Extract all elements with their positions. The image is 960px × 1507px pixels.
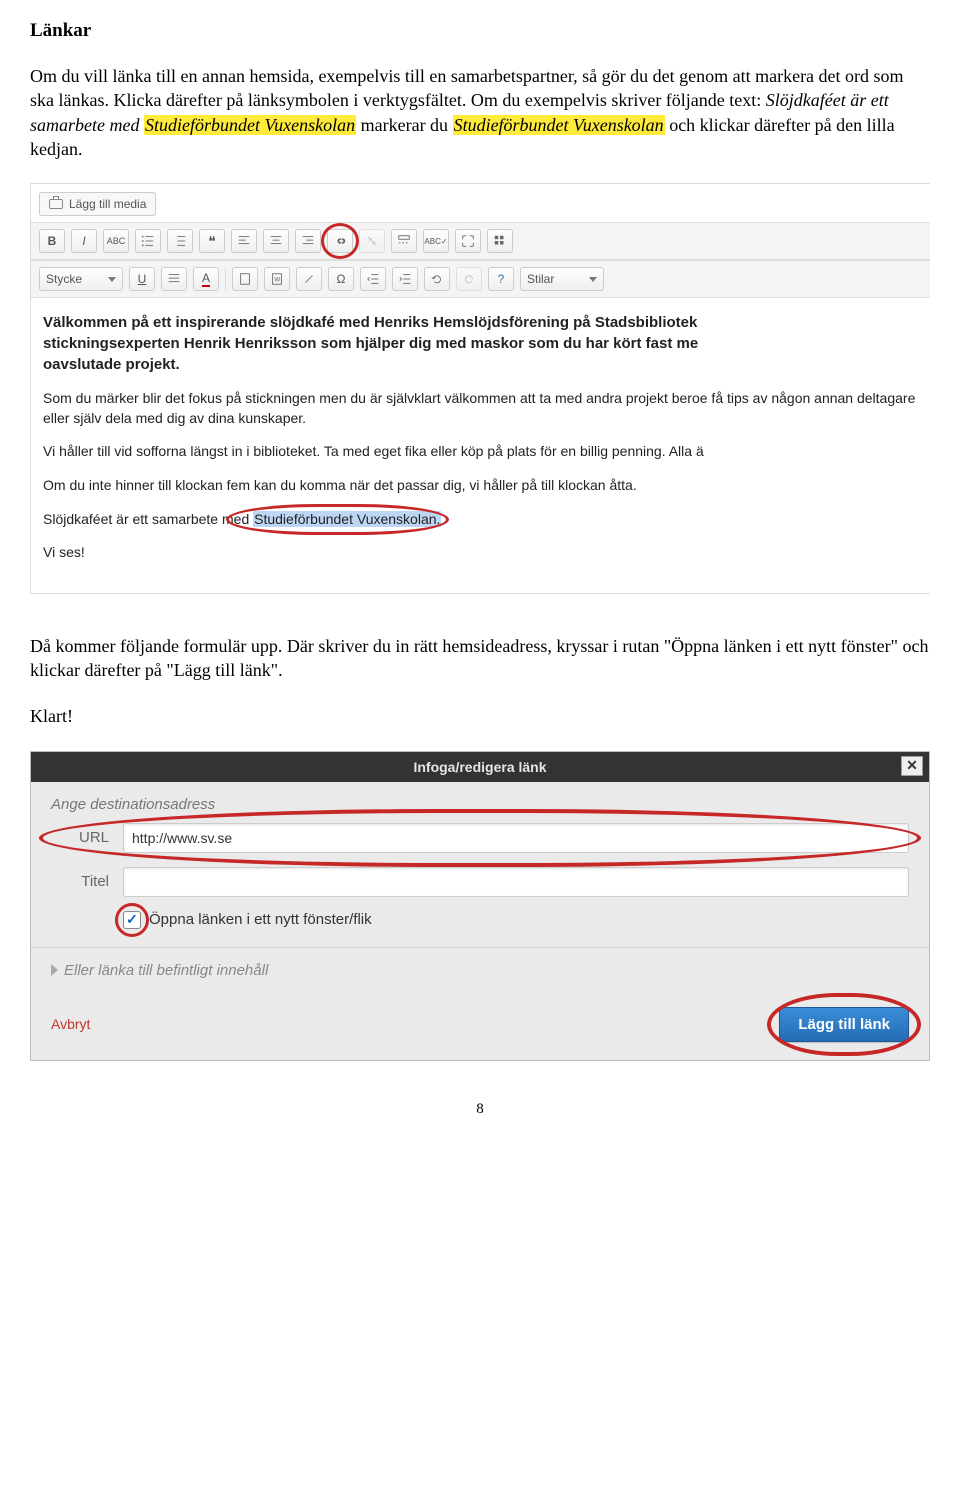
link-button-highlight [327, 229, 353, 253]
selected-text: Studieförbundet Vuxenskolan. [253, 511, 441, 527]
more-button[interactable] [391, 229, 417, 253]
url-label: URL [51, 829, 109, 846]
indent-button[interactable] [392, 267, 418, 291]
omega-button[interactable]: Ω [328, 267, 354, 291]
content-paragraph-2: Som du märker blir det fokus på sticknin… [43, 389, 918, 428]
paragraph-3: Klart! [30, 704, 930, 728]
close-button[interactable]: ✕ [901, 756, 923, 776]
align-center-button[interactable] [263, 229, 289, 253]
dialog-title: Infoga/redigera länk [413, 759, 546, 775]
triangle-right-icon [51, 964, 58, 976]
page-heading: Länkar [30, 20, 930, 42]
svg-text:W: W [274, 277, 280, 284]
intro-text-d: markerar du [356, 115, 452, 135]
divider [31, 947, 929, 948]
text: ed [234, 511, 253, 527]
title-row: Titel [51, 867, 909, 897]
toolbar-row-1: B I ABC ❝ ABC✓ [31, 222, 930, 260]
add-media-label: Lägg till media [69, 197, 146, 211]
page-number: 8 [30, 1101, 930, 1118]
title-input[interactable] [123, 867, 909, 897]
camera-icon [49, 199, 63, 209]
unlink-button[interactable] [359, 229, 385, 253]
intro-paragraph: Om du vill länka till en annan hemsida, … [30, 64, 930, 161]
separator [225, 268, 226, 290]
toolbar-toggle-button[interactable] [487, 229, 513, 253]
text: Slöjdkaféet är ett samarbete m [43, 511, 234, 527]
dialog-header: Infoga/redigera länk ✕ [31, 752, 929, 782]
link-button[interactable] [327, 229, 353, 253]
add-media-button[interactable]: Lägg till media [39, 192, 156, 216]
content-paragraph-3: Vi håller till vid sofforna längst in i … [43, 442, 918, 462]
help-button[interactable]: ? [488, 267, 514, 291]
url-row: URL [51, 823, 909, 853]
quote-button[interactable]: ❝ [199, 229, 225, 253]
editor-screenshot: Lägg till media B I ABC ❝ ABC✓ Stycke U … [30, 183, 930, 594]
clear-format-button[interactable] [296, 267, 322, 291]
align-left-button[interactable] [231, 229, 257, 253]
checkbox-label: Öppna länken i ett nytt fönster/flik [149, 911, 372, 928]
chevron-down-icon [108, 277, 116, 282]
editor-content[interactable]: Välkommen på ett inspirerande slöjdkafé … [31, 298, 930, 593]
paragraph-2: Då kommer följande formulär upp. Där skr… [30, 634, 930, 683]
abc-button[interactable]: ABC✓ [423, 229, 449, 253]
format-select-label: Stycke [46, 272, 82, 286]
content-paragraph-1: Välkommen på ett inspirerande slöjdkafé … [43, 312, 918, 375]
title-label: Titel [51, 873, 109, 890]
submit-button[interactable]: Lägg till länk [779, 1007, 909, 1042]
selected-text-highlight: ed Studieförbundet Vuxenskolan. [234, 510, 442, 530]
underline-button[interactable]: U [129, 267, 155, 291]
dialog-footer: Avbryt Lägg till länk [51, 1007, 909, 1042]
paste-text-button[interactable] [232, 267, 258, 291]
text: oavslutade projekt. [43, 356, 180, 373]
styles-select[interactable]: Stilar [520, 267, 604, 291]
existing-content-toggle[interactable]: Eller länka till befintligt innehåll [51, 962, 909, 979]
link-dialog: Infoga/redigera länk ✕ Ange destinations… [30, 751, 930, 1061]
strike-button[interactable]: ABC [103, 229, 129, 253]
cancel-link[interactable]: Avbryt [51, 1016, 90, 1032]
redo-button[interactable] [456, 267, 482, 291]
outdent-button[interactable] [360, 267, 386, 291]
close-icon: ✕ [906, 757, 918, 774]
newtab-checkbox[interactable]: ✓ [123, 911, 141, 929]
content-paragraph-5: Slöjdkaféet är ett samarbete med Studief… [43, 510, 918, 530]
textcolor-button[interactable]: A [193, 267, 219, 291]
bold-button[interactable]: B [39, 229, 65, 253]
section-label: Ange destinationsadress [51, 796, 909, 813]
chevron-down-icon [589, 277, 597, 282]
text: stickningsexperten Henrik Henriksson som… [43, 335, 698, 352]
content-paragraph-4: Om du inte hinner till klockan fem kan d… [43, 476, 918, 496]
checkbox-row: ✓ Öppna länken i ett nytt fönster/flik [123, 911, 909, 929]
format-select[interactable]: Stycke [39, 267, 123, 291]
align-right-button[interactable] [295, 229, 321, 253]
content-paragraph-6: Vi ses! [43, 543, 918, 563]
submit-highlight: Lägg till länk [779, 1007, 909, 1042]
fullscreen-button[interactable] [455, 229, 481, 253]
ul-button[interactable] [135, 229, 161, 253]
paste-word-button[interactable]: W [264, 267, 290, 291]
intro-highlight-2: Studieförbundet Vuxenskolan [453, 115, 665, 135]
intro-highlight-1: Studieförbundet Vuxenskolan [144, 115, 356, 135]
toolbar-row-2: Stycke U A W Ω ? Stilar [31, 260, 930, 298]
italic-button[interactable]: I [71, 229, 97, 253]
url-input[interactable] [123, 823, 909, 853]
align-justify-button[interactable] [161, 267, 187, 291]
dialog-body: Ange destinationsadress URL Titel ✓ Öppn… [31, 782, 929, 1060]
styles-select-label: Stilar [527, 272, 554, 286]
text: Välkommen på ett inspirerande slöjdkafé … [43, 314, 697, 331]
existing-label: Eller länka till befintligt innehåll [64, 962, 268, 979]
undo-button[interactable] [424, 267, 450, 291]
url-row-highlight: URL [51, 823, 909, 853]
checkbox-highlight: ✓ [123, 911, 141, 929]
ol-button[interactable] [167, 229, 193, 253]
check-icon: ✓ [126, 911, 138, 928]
